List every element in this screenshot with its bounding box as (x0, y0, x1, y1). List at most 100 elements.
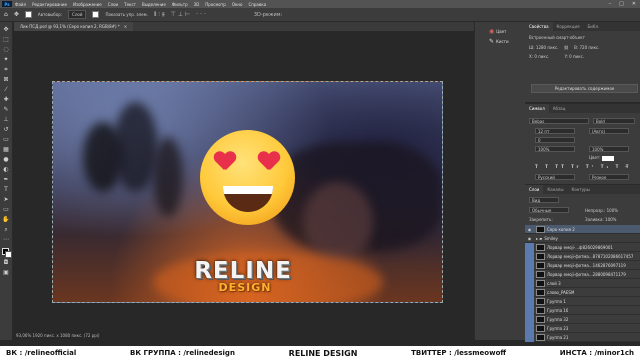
screen-mode-icon[interactable]: ▣ (2, 269, 10, 276)
background-color[interactable] (5, 251, 12, 258)
crop-icon[interactable]: ⌗ (2, 66, 10, 73)
layer-row[interactable]: Группа 32 (525, 314, 640, 324)
tab-channels[interactable]: Каналы (543, 185, 567, 194)
scale-vertical-field[interactable]: 100% (535, 146, 575, 152)
layer-row[interactable]: Лорвар емоji-фотма...2880098471179 (525, 269, 640, 279)
visibility-eye-icon[interactable] (525, 278, 534, 288)
layer-group-row[interactable]: ◉ ▸ ▰ Smiley (525, 234, 640, 243)
menu-3d[interactable]: 3D (194, 2, 200, 7)
font-family-select[interactable]: Bebas (529, 118, 589, 124)
visibility-eye-icon[interactable] (525, 269, 534, 279)
fill-value[interactable]: 100% (605, 217, 616, 222)
visibility-eye-icon[interactable] (525, 287, 534, 297)
layer-row[interactable]: Группа 21 (525, 332, 640, 342)
menu-edit[interactable]: Редактирование (32, 2, 67, 7)
stamp-icon[interactable]: ⊥ (2, 116, 10, 123)
move-tool-icon[interactable]: ✥ (14, 11, 19, 18)
visibility-eye-icon[interactable] (525, 305, 534, 315)
pen-icon[interactable]: ✒ (2, 176, 10, 183)
blend-mode-select[interactable]: Обычные (529, 207, 569, 213)
history-brush-icon[interactable]: ↺ (2, 126, 10, 133)
visibility-eye-icon[interactable] (525, 260, 534, 270)
transform-controls-checkbox[interactable] (92, 11, 100, 18)
layer-filter-select[interactable]: Вид (529, 197, 559, 203)
marquee-icon[interactable]: ⬚ (2, 36, 10, 43)
layer-row[interactable]: Лорвар емоji-фотма...8787102086617457 (525, 251, 640, 261)
hand-icon[interactable]: ✋ (2, 216, 10, 223)
menu-filter[interactable]: Фильтр (172, 2, 188, 7)
panel-color-button[interactable]: ◉ Цвет (489, 28, 507, 35)
frame-icon[interactable]: ⊠ (2, 76, 10, 83)
more-tools-icon[interactable]: ⋯ (2, 236, 10, 243)
autoselect-checkbox[interactable] (24, 11, 32, 18)
shape-icon[interactable]: ▭ (2, 206, 10, 213)
layer-row[interactable]: Лорвар емоji-фотма...1462876097119 (525, 260, 640, 270)
y-value[interactable]: 0 пикс. (569, 54, 584, 59)
visibility-eye-icon[interactable] (525, 314, 534, 324)
font-style-select[interactable]: Bold (593, 118, 635, 124)
leading-field[interactable]: (Авто) (589, 128, 629, 134)
tab-properties[interactable]: Свойства (525, 22, 553, 31)
visibility-eye-icon[interactable]: ◉ (525, 234, 534, 243)
height-value[interactable]: 720 пикс. (579, 45, 599, 50)
menu-image[interactable]: Изображение (73, 2, 102, 7)
menu-type[interactable]: Текст (124, 2, 136, 7)
scale-horizontal-field[interactable]: 100% (589, 146, 629, 152)
layer-row[interactable]: Лорвар емоji-...ф826029869001 (525, 242, 640, 252)
close-icon[interactable]: ✕ (632, 1, 636, 7)
move-icon[interactable]: ✥ (2, 26, 10, 33)
close-tab-icon[interactable]: × (124, 24, 127, 29)
font-size-field[interactable]: 12 пт (535, 128, 575, 134)
tab-paragraph[interactable]: Абзац (549, 104, 570, 113)
menu-file[interactable]: Файл (15, 2, 26, 7)
minimize-icon[interactable]: – (609, 1, 612, 7)
layer-row[interactable]: слой 3 (525, 278, 640, 288)
eraser-icon[interactable]: ▭ (2, 136, 10, 143)
blur-icon[interactable]: ● (2, 156, 10, 163)
tab-adjustments[interactable]: Коррекция (553, 22, 584, 31)
visibility-eye-icon[interactable] (525, 332, 534, 342)
menu-select[interactable]: Выделение (142, 2, 166, 7)
zoom-icon[interactable]: ⌕ (2, 226, 10, 233)
layer-row[interactable]: слово_PAESM (525, 287, 640, 297)
opacity-value[interactable]: 100% (607, 208, 618, 213)
3d-mode-icon[interactable]: 3D-режим: (254, 12, 282, 18)
menu-layers[interactable]: Слои (108, 2, 118, 7)
type-icon[interactable]: T (2, 186, 10, 193)
edit-contents-button[interactable]: Редактировать содержимое (531, 84, 638, 93)
maximize-icon[interactable]: □ (619, 1, 624, 7)
gradient-icon[interactable]: ▦ (2, 146, 10, 153)
layer-row[interactable]: ◉ Серо копия 2 (525, 225, 640, 234)
menu-view[interactable]: Просмотр (205, 2, 226, 7)
layer-row[interactable]: Группа 23 (525, 323, 640, 333)
quick-mask-icon[interactable]: ◘ (2, 259, 10, 266)
tracking-field[interactable]: 0 (535, 137, 575, 143)
link-icon[interactable]: ⛓ (564, 45, 569, 50)
layer-row[interactable]: Группа 1 (525, 296, 640, 306)
align-icons[interactable]: ⫴⫶⫵ ⊤⊥⊢ ··· (154, 11, 208, 19)
visibility-eye-icon[interactable] (525, 251, 534, 261)
panel-brushes-button[interactable]: ✎ Кисти (489, 38, 509, 45)
dodge-icon[interactable]: ◐ (2, 166, 10, 173)
home-icon[interactable]: ⌂ (4, 11, 8, 18)
text-color-swatch[interactable] (601, 155, 614, 161)
type-style-icons[interactable]: T T TT Tr T¹ T₁ T T̶ (535, 164, 631, 169)
visibility-eye-icon[interactable] (525, 296, 534, 306)
language-select[interactable]: Русский (535, 174, 575, 180)
magic-wand-icon[interactable]: ✦ (2, 56, 10, 63)
menu-help[interactable]: Справка (248, 2, 266, 7)
tab-character[interactable]: Символ (525, 104, 549, 113)
healing-icon[interactable]: ✚ (2, 96, 10, 103)
autoselect-dropdown[interactable]: Слой (68, 10, 87, 19)
visibility-eye-icon[interactable] (525, 323, 534, 333)
brush-icon[interactable]: ✎ (2, 106, 10, 113)
path-select-icon[interactable]: ➤ (2, 196, 10, 203)
layer-row[interactable]: Группа 16 (525, 305, 640, 315)
tab-libraries[interactable]: Библ. (584, 22, 604, 31)
eyedropper-icon[interactable]: ⁄ (2, 86, 10, 93)
visibility-eye-icon[interactable] (525, 242, 534, 252)
color-swatches[interactable] (2, 248, 12, 258)
antialias-select[interactable]: Резкое (589, 174, 629, 180)
document-tab[interactable]: Лик ПСД.psd @ 93,1% (Серо копия 2, RGB/8… (14, 22, 134, 31)
heart-eyes-emoji[interactable] (200, 130, 295, 225)
